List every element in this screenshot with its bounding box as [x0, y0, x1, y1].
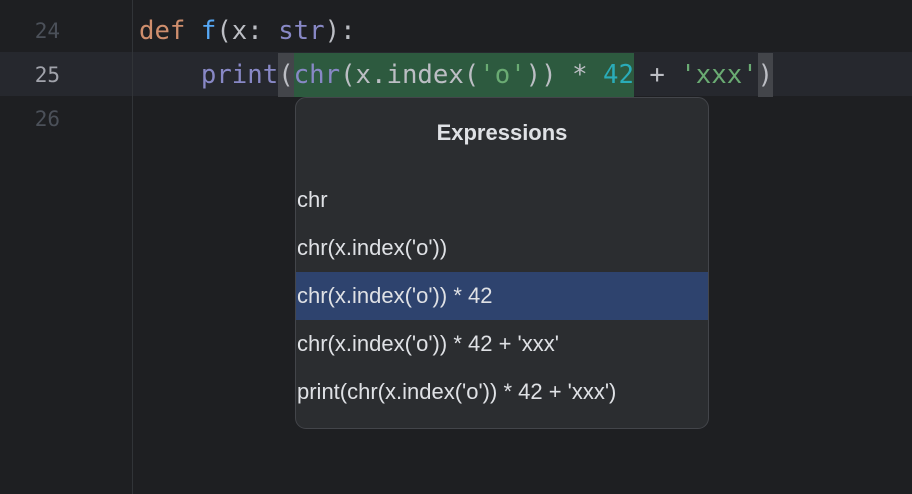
selected-expression: chr(x.index('o')) * 42 — [293, 53, 634, 97]
string-literal: 'o' — [479, 60, 526, 90]
popup-title: Expressions — [436, 120, 568, 145]
code-text: + — [633, 60, 681, 90]
expressions-popup: Expressions chr chr(x.index('o')) chr(x.… — [295, 97, 709, 429]
line-number: 26 — [34, 107, 60, 131]
string-literal: 'xxx' — [680, 60, 758, 90]
expression-list: chr chr(x.index('o')) chr(x.index('o')) … — [296, 176, 708, 416]
line-number-current: 25 — [34, 63, 60, 87]
line-number: 24 — [34, 19, 60, 43]
function-name: f — [200, 16, 217, 46]
code-text: (x: — [216, 16, 279, 46]
expression-item[interactable]: chr(x.index('o')) — [296, 224, 708, 272]
matched-bracket: ( — [278, 53, 294, 97]
number-literal: 42 — [603, 60, 634, 90]
keyword-def: def — [139, 16, 186, 46]
code-line-24[interactable]: def f(x: str): — [139, 9, 356, 53]
builtin-chr: chr — [293, 60, 341, 90]
expression-item[interactable]: print(chr(x.index('o')) * 42 + 'xxx') — [296, 368, 708, 416]
code-text: ): — [324, 16, 356, 46]
builtin-print: print — [200, 60, 279, 90]
matched-bracket: ) — [757, 53, 774, 97]
code-text: (x.index( — [340, 60, 480, 90]
expression-item[interactable]: chr — [296, 176, 708, 224]
expression-item[interactable]: chr(x.index('o')) * 42 + 'xxx' — [296, 320, 708, 368]
gutter-divider — [132, 0, 133, 494]
code-line-25[interactable]: print(chr(x.index('o')) * 42 + 'xxx') — [139, 53, 774, 97]
code-text: )) * — [525, 60, 603, 90]
expression-item-selected[interactable]: chr(x.index('o')) * 42 — [296, 272, 708, 320]
type-annotation: str — [278, 16, 325, 46]
